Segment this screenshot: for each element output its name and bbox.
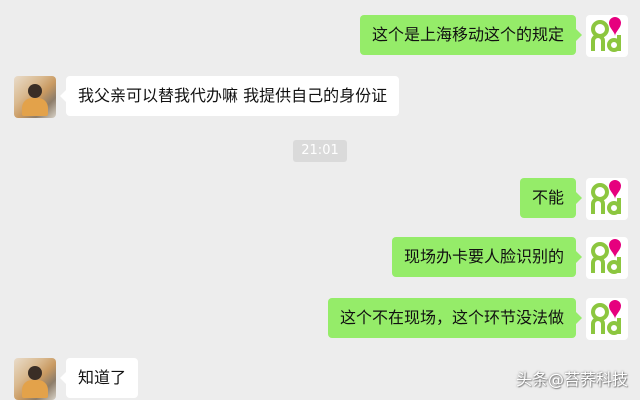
watermark: 头条@苔荞科技 xyxy=(515,370,628,389)
message-row: 我父亲可以替我代办嘛 我提供自己的身份证 xyxy=(14,76,400,118)
chat-window: 这个是上海移动这个的规定 我父亲可以替我代办嘛 我提供自己的身份证 21:01 … xyxy=(0,0,640,400)
message-row: 不能 xyxy=(519,178,628,220)
message-bubble[interactable]: 这个不在现场，这个环节没法做 xyxy=(327,298,583,338)
brand-avatar[interactable] xyxy=(586,298,628,340)
message-row: 现场办卡要人脸识别的 xyxy=(391,237,628,279)
message-bubble[interactable]: 知道了 xyxy=(59,358,139,398)
message-bubble[interactable]: 现场办卡要人脸识别的 xyxy=(391,237,583,277)
brand-logo-icon xyxy=(591,300,621,335)
brand-logo-icon xyxy=(591,239,621,274)
brand-logo-icon xyxy=(591,180,621,215)
message-row: 这个不在现场，这个环节没法做 xyxy=(327,298,628,340)
brand-avatar[interactable] xyxy=(586,237,628,279)
message-bubble[interactable]: 我父亲可以替我代办嘛 我提供自己的身份证 xyxy=(59,76,400,116)
message-row: 这个是上海移动这个的规定 xyxy=(359,15,628,57)
user-avatar[interactable] xyxy=(14,76,56,118)
brand-avatar[interactable] xyxy=(586,15,628,57)
message-row: 知道了 xyxy=(14,358,139,400)
message-bubble[interactable]: 这个是上海移动这个的规定 xyxy=(359,15,583,55)
brand-avatar[interactable] xyxy=(586,178,628,220)
brand-logo-icon xyxy=(591,17,621,52)
message-bubble[interactable]: 不能 xyxy=(519,178,583,218)
user-avatar[interactable] xyxy=(14,358,56,400)
timestamp: 21:01 xyxy=(293,140,347,162)
